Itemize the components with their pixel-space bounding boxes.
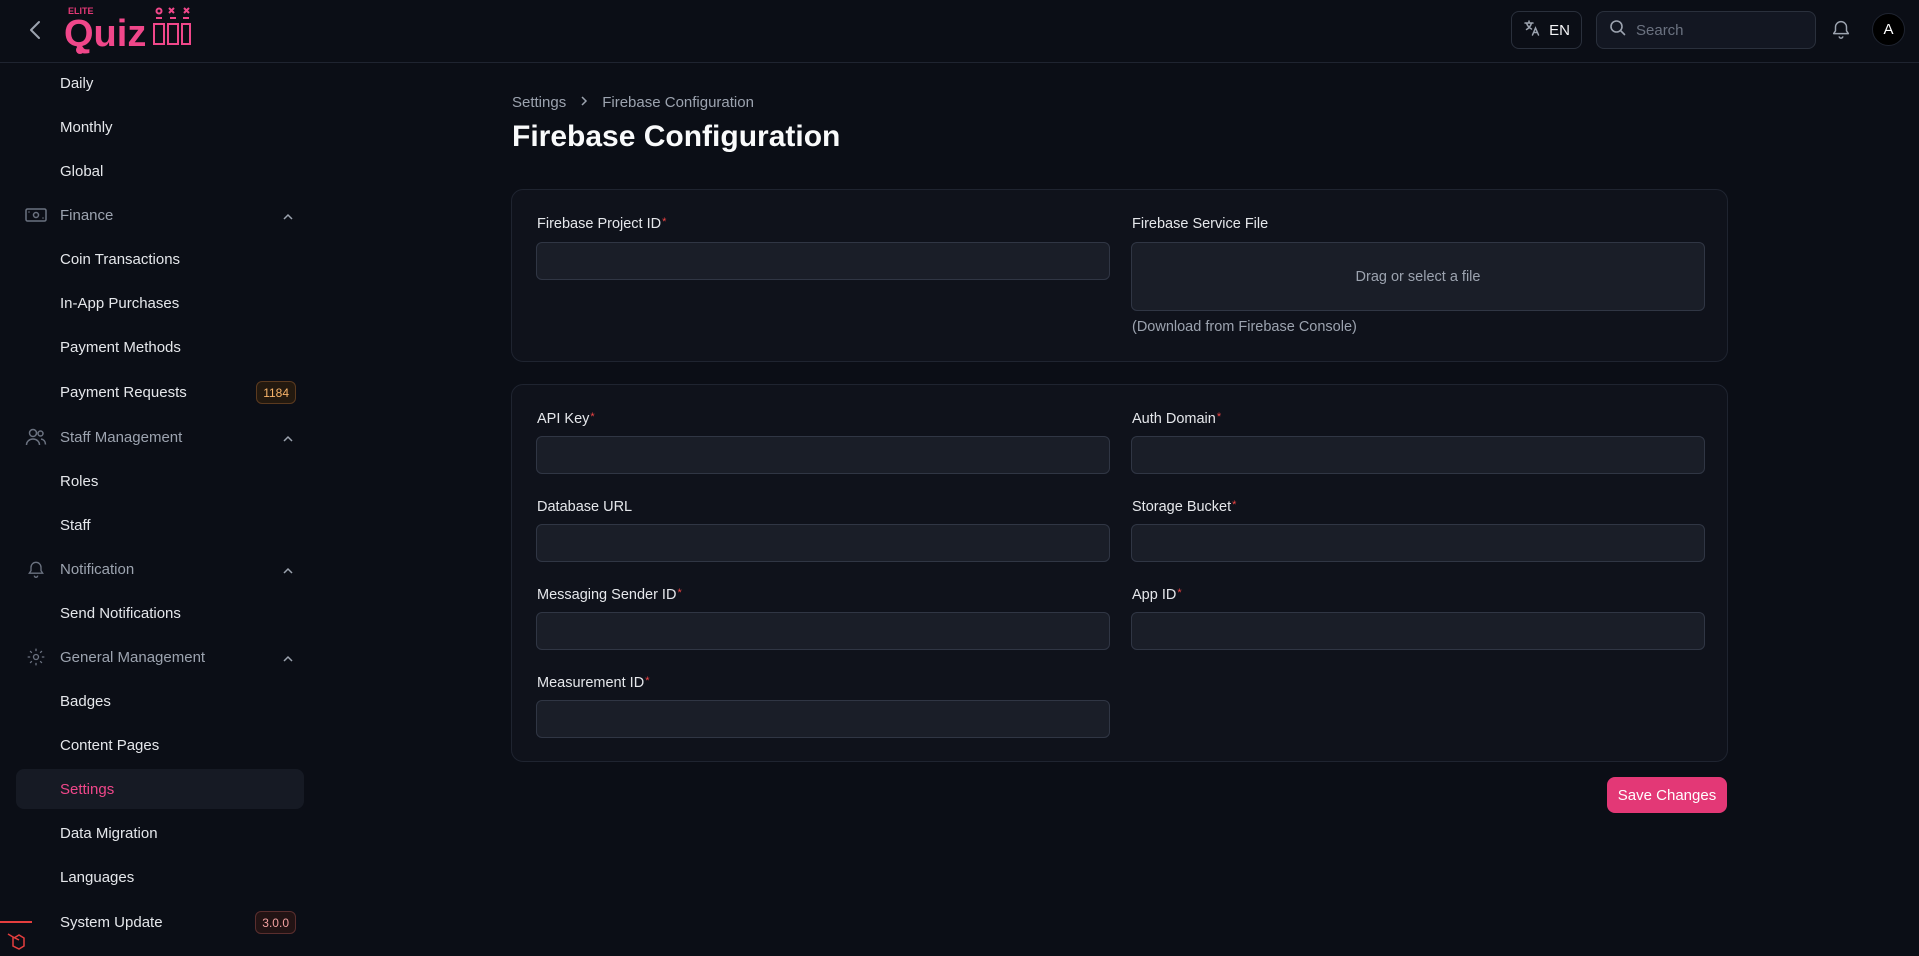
service-file-label: Firebase Service File bbox=[1132, 216, 1269, 232]
sidebar-item-languages[interactable]: Languages bbox=[16, 857, 304, 897]
auth-domain-label: Auth Domain* bbox=[1132, 411, 1222, 427]
sidebar-item-daily[interactable]: Daily bbox=[16, 63, 304, 103]
search-box[interactable] bbox=[1596, 11, 1816, 49]
database-url-input[interactable] bbox=[536, 524, 1110, 562]
project-id-input[interactable] bbox=[536, 242, 1110, 280]
firebase-config-card: API Key* Auth Domain* Database URL Stora… bbox=[511, 384, 1728, 762]
payment-requests-count-badge: 1184 bbox=[256, 381, 296, 404]
messaging-sender-id-input[interactable] bbox=[536, 612, 1110, 650]
sidebar-item-staff[interactable]: Staff bbox=[16, 505, 304, 545]
notifications-bell-icon[interactable] bbox=[1830, 18, 1854, 42]
sidebar-group-general-management[interactable]: General Management bbox=[16, 637, 304, 677]
sidebar-group-notification[interactable]: Notification bbox=[16, 549, 304, 589]
search-icon bbox=[1609, 19, 1626, 41]
measurement-id-label: Measurement ID* bbox=[537, 675, 650, 691]
sidebar-item-in-app-purchases[interactable]: In-App Purchases bbox=[16, 283, 304, 323]
sidebar-item-data-migration[interactable]: Data Migration bbox=[16, 813, 304, 853]
version-badge: 3.0.0 bbox=[255, 911, 296, 934]
chevron-up-icon bbox=[282, 430, 294, 447]
breadcrumb-settings-link[interactable]: Settings bbox=[512, 94, 566, 111]
service-file-dropzone[interactable]: Drag or select a file bbox=[1131, 242, 1705, 311]
database-url-label: Database URL bbox=[537, 499, 633, 515]
page-title: Firebase Configuration bbox=[512, 120, 841, 153]
api-key-input[interactable] bbox=[536, 436, 1110, 474]
sidebar-item-roles[interactable]: Roles bbox=[16, 461, 304, 501]
storage-bucket-input[interactable] bbox=[1131, 524, 1705, 562]
sidebar: Daily Monthly Global Finance Coin Transa… bbox=[0, 63, 310, 956]
framework-logo-icon[interactable] bbox=[0, 921, 32, 956]
sidebar-item-send-notifications[interactable]: Send Notifications bbox=[16, 593, 304, 633]
messaging-sender-id-label: Messaging Sender ID* bbox=[537, 587, 682, 603]
chevron-right-icon bbox=[580, 94, 588, 111]
sidebar-item-payment-methods[interactable]: Payment Methods bbox=[16, 327, 304, 367]
search-input[interactable] bbox=[1636, 21, 1796, 39]
sidebar-item-content-pages[interactable]: Content Pages bbox=[16, 725, 304, 765]
back-chevron-icon[interactable] bbox=[24, 18, 46, 42]
chevron-up-icon bbox=[282, 650, 294, 667]
app-id-label: App ID* bbox=[1132, 587, 1182, 603]
measurement-id-input[interactable] bbox=[536, 700, 1110, 738]
sidebar-item-system-update[interactable]: System Update 3.0.0 bbox=[16, 902, 304, 942]
breadcrumb: Settings Firebase Configuration bbox=[512, 94, 754, 111]
breadcrumb-current: Firebase Configuration bbox=[602, 94, 754, 111]
sidebar-item-badges[interactable]: Badges bbox=[16, 681, 304, 721]
top-bar: ELITE Quiz EN Search A bbox=[0, 0, 1919, 63]
auth-domain-input[interactable] bbox=[1131, 436, 1705, 474]
chevron-up-icon bbox=[282, 562, 294, 579]
sidebar-item-monthly[interactable]: Monthly bbox=[16, 107, 304, 147]
sidebar-item-settings[interactable]: Settings bbox=[16, 769, 304, 809]
sidebar-item-coin-transactions[interactable]: Coin Transactions bbox=[16, 239, 304, 279]
bell-icon bbox=[16, 559, 56, 579]
project-id-label: Firebase Project ID* bbox=[537, 216, 667, 232]
storage-bucket-label: Storage Bucket* bbox=[1132, 499, 1237, 515]
sidebar-item-global[interactable]: Global bbox=[16, 151, 304, 191]
sidebar-item-payment-requests[interactable]: Payment Requests 1184 bbox=[16, 372, 304, 412]
service-file-helper-text: (Download from Firebase Console) bbox=[1132, 319, 1357, 335]
gear-icon bbox=[16, 647, 56, 667]
save-changes-button[interactable]: Save Changes bbox=[1607, 777, 1727, 813]
language-switcher[interactable]: EN bbox=[1511, 11, 1582, 49]
api-key-label: API Key* bbox=[537, 411, 595, 427]
chevron-up-icon bbox=[282, 208, 294, 225]
language-label: EN bbox=[1549, 21, 1570, 39]
sidebar-group-staff-management[interactable]: Staff Management bbox=[16, 417, 304, 457]
app-id-input[interactable] bbox=[1131, 612, 1705, 650]
money-icon bbox=[16, 206, 56, 224]
sidebar-group-finance[interactable]: Finance bbox=[16, 195, 304, 235]
user-avatar[interactable]: A bbox=[1872, 13, 1905, 46]
users-icon bbox=[16, 427, 56, 447]
firebase-service-card: Firebase Project ID* Firebase Service Fi… bbox=[511, 189, 1728, 362]
translate-icon bbox=[1523, 19, 1541, 41]
app-logo[interactable]: ELITE Quiz bbox=[62, 2, 192, 58]
